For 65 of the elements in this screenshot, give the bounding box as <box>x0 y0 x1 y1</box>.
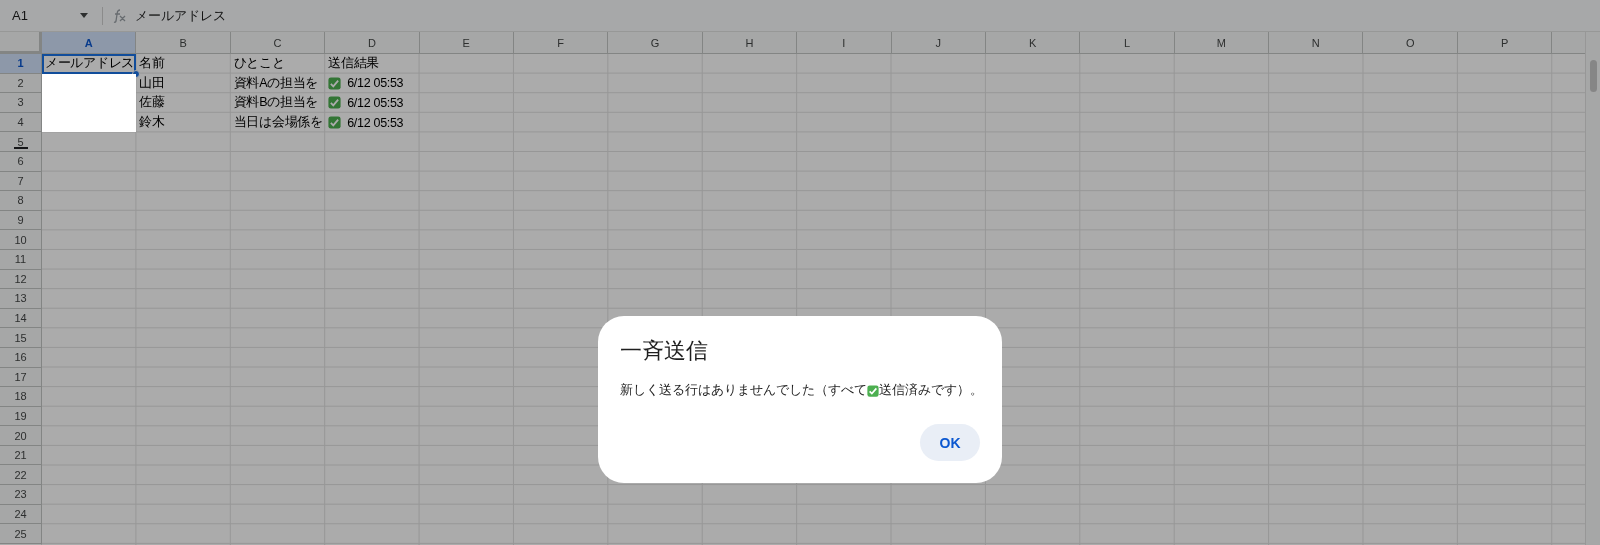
cell-text: 名前 <box>139 55 165 73</box>
row-header[interactable]: 11 <box>0 249 42 270</box>
column-header[interactable]: I <box>797 32 892 54</box>
cell-text: 資料Aの担当を <box>233 74 319 92</box>
cell-text: 佐藤 <box>139 94 165 112</box>
row-header[interactable]: 24 <box>0 504 42 525</box>
row-header[interactable]: 3 <box>0 93 42 113</box>
column-header[interactable]: G <box>608 32 703 54</box>
name-box[interactable]: A1 <box>0 8 88 23</box>
select-all-corner[interactable] <box>0 32 42 54</box>
row-header[interactable]: 19 <box>0 406 42 427</box>
cell-text: 6/12 05:53 <box>347 76 404 91</box>
row-header[interactable]: 14 <box>0 308 42 329</box>
cell-text: 6/12 05:53 <box>347 115 404 130</box>
column-header[interactable]: O <box>1363 32 1458 54</box>
row-header[interactable]: 1 <box>0 54 42 74</box>
column-header[interactable]: P <box>1457 32 1553 54</box>
row-header[interactable]: 21 <box>0 445 42 466</box>
row-header[interactable]: 4 <box>0 112 42 133</box>
column-header[interactable]: A <box>42 32 137 54</box>
column-header[interactable]: H <box>702 32 798 54</box>
column-header[interactable]: J <box>891 32 986 54</box>
column-header[interactable]: K <box>985 32 1081 54</box>
dialog-message: 送信済みです）。 <box>879 382 983 399</box>
cell-text: 当日は会場係を <box>233 114 323 132</box>
row-header[interactable]: 6 <box>0 151 42 172</box>
row-header[interactable]: 20 <box>0 426 42 446</box>
row-header[interactable]: 9 <box>0 210 42 231</box>
row-header[interactable]: 22 <box>0 465 42 486</box>
row-header[interactable]: 5 <box>0 132 42 152</box>
column-header[interactable]: D <box>325 32 420 54</box>
row-header[interactable]: 10 <box>0 230 42 250</box>
function-icon <box>111 8 127 23</box>
row-header[interactable]: 15 <box>0 328 42 348</box>
row-header[interactable]: 12 <box>0 269 42 290</box>
row-header[interactable]: 13 <box>0 289 42 309</box>
dialog-message: 新しく送る行はありませんでした（すべて <box>620 382 867 399</box>
caret-icon <box>80 13 88 18</box>
cell-text: ひとこと <box>233 55 285 73</box>
scroll-thumb[interactable] <box>1589 60 1597 92</box>
column-header[interactable]: E <box>419 32 514 54</box>
column-header[interactable]: C <box>230 32 326 54</box>
row-header[interactable]: 18 <box>0 387 42 407</box>
row-header[interactable]: 25 <box>0 524 42 544</box>
check-icon <box>867 384 879 397</box>
scrollbar[interactable] <box>1585 32 1600 545</box>
column-header[interactable]: B <box>136 32 231 54</box>
cell-text: 山田 <box>139 74 165 92</box>
column-header[interactable]: M <box>1174 32 1270 54</box>
row-header[interactable]: 17 <box>0 367 42 388</box>
formula-text[interactable]: メールアドレス <box>135 6 226 25</box>
row-header[interactable]: 23 <box>0 485 42 505</box>
row-header[interactable]: 7 <box>0 171 42 192</box>
ok-button[interactable]: OK <box>920 424 980 461</box>
cell-text: 6/12 05:53 <box>347 96 404 110</box>
cell-text: 送信結果 <box>328 55 379 73</box>
dialog-title: 一斉送信 <box>620 337 709 365</box>
cell-text: 資料Bの担当を <box>233 94 319 112</box>
column-header[interactable]: L <box>1080 32 1175 54</box>
column-header[interactable]: N <box>1269 32 1364 54</box>
column-header[interactable]: F <box>513 32 609 54</box>
row-header[interactable]: 16 <box>0 347 42 368</box>
row-header[interactable]: 2 <box>0 73 42 94</box>
cell-text: 鈴木 <box>139 114 165 132</box>
row-header[interactable]: 8 <box>0 191 42 211</box>
